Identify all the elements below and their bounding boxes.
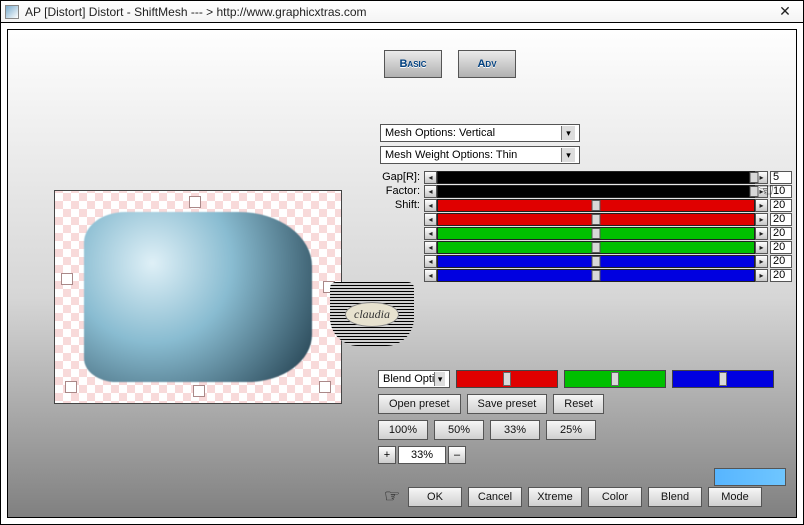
app-icon xyxy=(5,5,19,19)
green-mix-slider[interactable] xyxy=(564,370,666,388)
mesh-options-value: Mesh Options: Vertical xyxy=(385,127,495,139)
arrow-left-icon[interactable]: ◂ xyxy=(424,171,437,184)
adv-tab[interactable]: Adv xyxy=(458,50,516,78)
slider-thumb[interactable] xyxy=(592,200,601,211)
arrow-left-icon[interactable]: ◂ xyxy=(424,269,437,282)
slider-thumb[interactable] xyxy=(503,372,511,386)
cancel-button[interactable]: Cancel xyxy=(468,487,522,507)
reset-button[interactable]: Reset xyxy=(553,394,604,414)
ok-button[interactable]: OK xyxy=(408,487,462,507)
shift-slider-row: Shift: ◂ ▸ 20 xyxy=(380,198,792,212)
zoom-in-button[interactable]: + xyxy=(378,446,396,464)
color-button[interactable]: Color xyxy=(588,487,642,507)
slider-thumb[interactable] xyxy=(592,242,601,253)
gap-slider-row: Gap[R]: ◂ ▸ 5 xyxy=(380,170,792,184)
factor-slider-row: Factor: ◂ ▸ 10 xyxy=(380,184,792,198)
color-swatch[interactable] xyxy=(714,468,786,486)
dialog-button-row: OK Cancel Xtreme Color Blend Mode xyxy=(408,487,762,507)
mesh-weight-value: Mesh Weight Options: Thin xyxy=(385,149,517,161)
title-bar: AP [Distort] Distort - ShiftMesh --- > h… xyxy=(1,1,803,23)
slider-thumb[interactable] xyxy=(592,270,601,281)
arrow-right-icon[interactable]: ▸ xyxy=(755,213,768,226)
arrow-left-icon[interactable]: ◂ xyxy=(424,255,437,268)
mesh-handle[interactable] xyxy=(189,196,201,208)
preview-image xyxy=(84,212,313,382)
slider-thumb[interactable] xyxy=(719,372,727,386)
pointing-hand-icon: ☞ xyxy=(384,486,400,507)
green1-slider-row: ◂ ▸ 20 xyxy=(380,226,792,240)
pointing-hand-icon: ☜ xyxy=(758,180,774,201)
gap-slider[interactable] xyxy=(437,171,755,184)
zoom-100-button[interactable]: 100% xyxy=(378,420,428,440)
xtreme-button[interactable]: Xtreme xyxy=(528,487,582,507)
shift-slider[interactable] xyxy=(437,199,755,212)
sliders-group: Gap[R]: ◂ ▸ 5 Factor: ◂ ▸ 10 Shift: ◂ ▸ … xyxy=(380,170,792,282)
green2-slider-row: ◂ ▸ 20 xyxy=(380,240,792,254)
blend-button[interactable]: Blend xyxy=(648,487,702,507)
mesh-options-select[interactable]: Mesh Options: Vertical ▾ xyxy=(380,124,580,142)
green2-value[interactable]: 20 xyxy=(770,241,792,254)
arrow-left-icon[interactable]: ◂ xyxy=(424,227,437,240)
slider-thumb[interactable] xyxy=(592,214,601,225)
factor-label: Factor: xyxy=(380,185,424,197)
arrow-right-icon[interactable]: ▸ xyxy=(755,241,768,254)
zoom-33-button[interactable]: 33% xyxy=(490,420,540,440)
green1-value[interactable]: 20 xyxy=(770,227,792,240)
arrow-left-icon[interactable]: ◂ xyxy=(424,213,437,226)
mesh-handle[interactable] xyxy=(319,381,331,393)
gap-label: Gap[R]: xyxy=(380,171,424,183)
save-preset-button[interactable]: Save preset xyxy=(467,394,548,414)
mode-button[interactable]: Mode xyxy=(708,487,762,507)
factor-slider[interactable] xyxy=(437,185,755,198)
red2-slider[interactable] xyxy=(437,213,755,226)
chevron-down-icon: ▾ xyxy=(434,372,445,386)
blue-mix-slider[interactable] xyxy=(672,370,774,388)
blue1-slider-row: ◂ ▸ 20 xyxy=(380,254,792,268)
mesh-handle[interactable] xyxy=(193,385,205,397)
zoom-25-button[interactable]: 25% xyxy=(546,420,596,440)
blue2-value[interactable]: 20 xyxy=(770,269,792,282)
arrow-right-icon[interactable]: ▸ xyxy=(755,255,768,268)
zoom-out-button[interactable]: – xyxy=(448,446,466,464)
blend-options-select[interactable]: Blend Options ▾ xyxy=(378,370,450,388)
arrow-right-icon[interactable]: ▸ xyxy=(755,227,768,240)
open-preset-button[interactable]: Open preset xyxy=(378,394,461,414)
blue1-value[interactable]: 20 xyxy=(770,255,792,268)
blue2-slider-row: ◂ ▸ 20 xyxy=(380,268,792,282)
red2-slider-row: ◂ ▸ 20 xyxy=(380,212,792,226)
blue2-slider[interactable] xyxy=(437,269,755,282)
shift-label: Shift: xyxy=(380,199,424,211)
green1-slider[interactable] xyxy=(437,227,755,240)
basic-tab[interactable]: Basic xyxy=(384,50,442,78)
green2-slider[interactable] xyxy=(437,241,755,254)
options-panel: Mesh Options: Vertical ▾ Mesh Weight Opt… xyxy=(380,124,792,282)
close-icon[interactable]: ✕ xyxy=(771,3,799,20)
blue1-slider[interactable] xyxy=(437,255,755,268)
mesh-handle[interactable] xyxy=(61,273,73,285)
zoom-display: 33% xyxy=(398,446,446,464)
arrow-left-icon[interactable]: ◂ xyxy=(424,199,437,212)
arrow-right-icon[interactable]: ▸ xyxy=(755,269,768,282)
arrow-left-icon[interactable]: ◂ xyxy=(424,241,437,254)
chevron-down-icon: ▾ xyxy=(561,126,575,140)
arrow-left-icon[interactable]: ◂ xyxy=(424,185,437,198)
window-title: AP [Distort] Distort - ShiftMesh --- > h… xyxy=(25,5,771,19)
mesh-weight-select[interactable]: Mesh Weight Options: Thin ▾ xyxy=(380,146,580,164)
blend-options-value: Blend Options xyxy=(383,373,434,385)
dialog-body: Basic Adv claudia Mesh Options: Vertical… xyxy=(7,29,797,518)
preview-pane[interactable] xyxy=(54,190,342,404)
slider-thumb[interactable] xyxy=(611,372,619,386)
slider-thumb[interactable] xyxy=(592,256,601,267)
zoom-50-button[interactable]: 50% xyxy=(434,420,484,440)
red-mix-slider[interactable] xyxy=(456,370,558,388)
watermark-text: claudia xyxy=(345,302,399,327)
red2-value[interactable]: 20 xyxy=(770,213,792,226)
watermark-badge: claudia xyxy=(330,282,414,346)
chevron-down-icon: ▾ xyxy=(561,148,575,162)
slider-thumb[interactable] xyxy=(592,228,601,239)
mesh-handle[interactable] xyxy=(65,381,77,393)
zoom-control: + 33% – xyxy=(378,446,466,464)
lower-controls: Blend Options ▾ Open preset Save preset … xyxy=(378,370,796,470)
